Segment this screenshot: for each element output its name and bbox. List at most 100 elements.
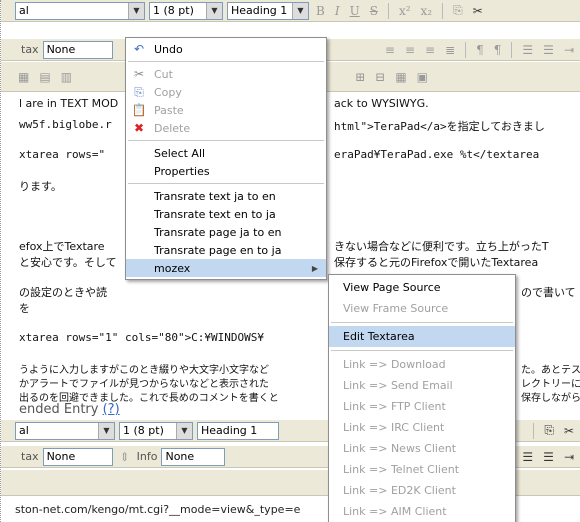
menu-item-label: Properties: [154, 164, 210, 178]
merge-icon[interactable]: ⊞: [352, 70, 368, 84]
submenu-item-link-ftp-client[interactable]: Link => FTP Client: [329, 396, 515, 417]
info-select[interactable]: None: [161, 447, 226, 466]
submenu-item-edit-textarea[interactable]: Edit Textarea: [329, 326, 515, 347]
table-icon[interactable]: ▦: [15, 70, 32, 84]
help-link[interactable]: (?): [103, 402, 120, 417]
rtl-icon[interactable]: ¶: [491, 43, 505, 57]
copy-icon[interactable]: ⎘: [450, 3, 466, 18]
editor-line: きない場合などに便利です。立ち上がったT: [334, 240, 549, 253]
chevron-right-icon: ▶: [311, 263, 318, 273]
menu-item-label: Edit Textarea: [343, 330, 415, 343]
column-icon[interactable]: ▥: [58, 70, 75, 84]
menu-item-paste[interactable]: 📋 Paste: [126, 101, 326, 119]
menu-item-undo[interactable]: ↶ Undo: [126, 40, 326, 58]
chevron-down-icon: ▼: [292, 2, 308, 19]
submenu-item-link-send-email[interactable]: Link => Send Email: [329, 375, 515, 396]
toolbar-divider: [465, 41, 467, 58]
menu-item-translate-text-ja-en[interactable]: Transrate text ja to en: [126, 187, 326, 205]
menu-item-label: Delete: [154, 121, 191, 135]
italic-button[interactable]: I: [332, 4, 343, 18]
align-justify-icon[interactable]: ≣: [442, 43, 458, 57]
menu-item-label: Paste: [154, 103, 184, 117]
menu-item-copy[interactable]: ⎘ Copy: [126, 83, 326, 101]
copy-icon: ⎘: [134, 84, 144, 99]
editor-line: 保存すると元のFirefoxで開いたTextarea: [334, 256, 539, 269]
menu-item-delete[interactable]: ✖ Delete: [126, 119, 326, 137]
ltr-icon[interactable]: ¶: [473, 43, 487, 57]
menu-item-label: mozex: [154, 261, 191, 275]
toolbar-divider: [442, 2, 444, 19]
editor-line: 保存しながら: [521, 393, 580, 404]
subscript-button[interactable]: x₂: [418, 4, 436, 18]
grid-icon[interactable]: ▦: [392, 70, 409, 84]
menu-item-select-all[interactable]: Select All: [126, 144, 326, 162]
indent-icon[interactable]: ⇥: [561, 43, 577, 57]
syntax-select[interactable]: None: [42, 447, 113, 466]
indent-icon[interactable]: ⇥: [561, 450, 577, 464]
superscript-button[interactable]: x²: [396, 4, 414, 18]
scissors-icon: ✂: [133, 67, 145, 81]
align-center-icon[interactable]: ≡: [402, 43, 418, 57]
chevron-down-icon[interactable]: ⇕: [117, 450, 133, 464]
menu-item-label: Link => IRC Client: [343, 421, 445, 434]
row-icon[interactable]: ▤: [36, 70, 53, 84]
font-select[interactable]: al ▼: [15, 421, 115, 440]
editor-line: ack to WYSIWYG.: [334, 97, 429, 110]
menu-item-label: Link => FTP Client: [343, 400, 446, 413]
editor-line: うように入力しますがこのとき綴りや大文字小文字など: [19, 365, 269, 376]
paste-icon: 📋: [131, 103, 147, 117]
strikethrough-button[interactable]: S: [367, 4, 381, 18]
bullet-list-icon[interactable]: ☰: [519, 43, 536, 57]
size-select[interactable]: 1 (8 pt) ▼: [149, 1, 223, 20]
syntax-select[interactable]: None: [42, 40, 113, 59]
chevron-down-icon: ▼: [98, 422, 114, 439]
editor-line: html">TeraPad</a>を指定しておきまし: [334, 120, 545, 133]
editor-line: ww5f.biglobe.r: [19, 118, 112, 131]
font-select[interactable]: al ▼: [15, 1, 145, 20]
toolbar-divider: [387, 2, 389, 19]
menu-item-label: Transrate page en to ja: [154, 243, 282, 257]
layout-icon[interactable]: ▣: [414, 70, 431, 84]
submenu-item-link-aim-client[interactable]: Link => AIM Client: [329, 501, 515, 522]
format-select[interactable]: Heading 1: [197, 421, 279, 440]
submenu-item-link-irc-client[interactable]: Link => IRC Client: [329, 417, 515, 438]
submenu-item-link-ed2k-client[interactable]: Link => ED2K Client: [329, 480, 515, 501]
split-icon[interactable]: ⊟: [372, 70, 388, 84]
menu-item-label: Cut: [154, 67, 173, 81]
align-right-icon[interactable]: ≡: [422, 43, 438, 57]
chevron-down-icon: ▼: [128, 2, 144, 19]
scissors-icon[interactable]: ✂: [470, 4, 486, 18]
menu-item-mozex[interactable]: mozex ▶: [126, 259, 326, 277]
numbered-list-icon[interactable]: ☰: [540, 43, 557, 57]
size-select[interactable]: 1 (8 pt) ▼: [119, 421, 193, 440]
menu-item-cut[interactable]: ✂ Cut: [126, 65, 326, 83]
context-menu: ↶ Undo ✂ Cut ⎘ Copy 📋 Paste ✖ Delete Sel…: [125, 37, 327, 280]
bullet-list-icon[interactable]: ☰: [519, 450, 536, 464]
copy-icon[interactable]: ⎘: [541, 423, 557, 438]
menu-item-label: Transrate text ja to en: [154, 189, 276, 203]
submenu-item-link-news-client[interactable]: Link => News Client: [329, 438, 515, 459]
submenu-item-view-frame-source[interactable]: View Frame Source: [329, 298, 515, 319]
underline-button[interactable]: U: [347, 4, 363, 18]
submenu-item-link-download[interactable]: Link => Download: [329, 354, 515, 375]
bold-button[interactable]: B: [313, 4, 328, 18]
menu-divider: [128, 61, 324, 62]
syntax-select-value: None: [46, 43, 76, 56]
syntax-select-value: None: [46, 450, 76, 463]
format-select[interactable]: Heading 1 ▼: [227, 1, 309, 20]
editor-line: xtarea rows=": [19, 148, 106, 161]
editor-line: l are in TEXT MOD: [19, 97, 119, 110]
menu-item-translate-text-en-ja[interactable]: Transrate text en to ja: [126, 205, 326, 223]
editor-line: xtarea rows="1" cols="80">C:¥WINDOWS¥: [19, 331, 265, 344]
menu-item-translate-page-ja-en[interactable]: Transrate page ja to en: [126, 223, 326, 241]
scissors-icon[interactable]: ✂: [561, 424, 577, 438]
menu-item-label: View Page Source: [343, 281, 441, 294]
submenu-item-link-telnet-client[interactable]: Link => Telnet Client: [329, 459, 515, 480]
menu-item-translate-page-en-ja[interactable]: Transrate page en to ja: [126, 241, 326, 259]
submenu-item-view-page-source[interactable]: View Page Source: [329, 277, 515, 298]
format-select-value: Heading 1: [201, 424, 258, 437]
align-left-icon[interactable]: ≡: [382, 43, 398, 57]
numbered-list-icon[interactable]: ☰: [540, 450, 557, 464]
menu-item-properties[interactable]: Properties: [126, 162, 326, 180]
menu-item-label: Link => AIM Client: [343, 505, 447, 518]
